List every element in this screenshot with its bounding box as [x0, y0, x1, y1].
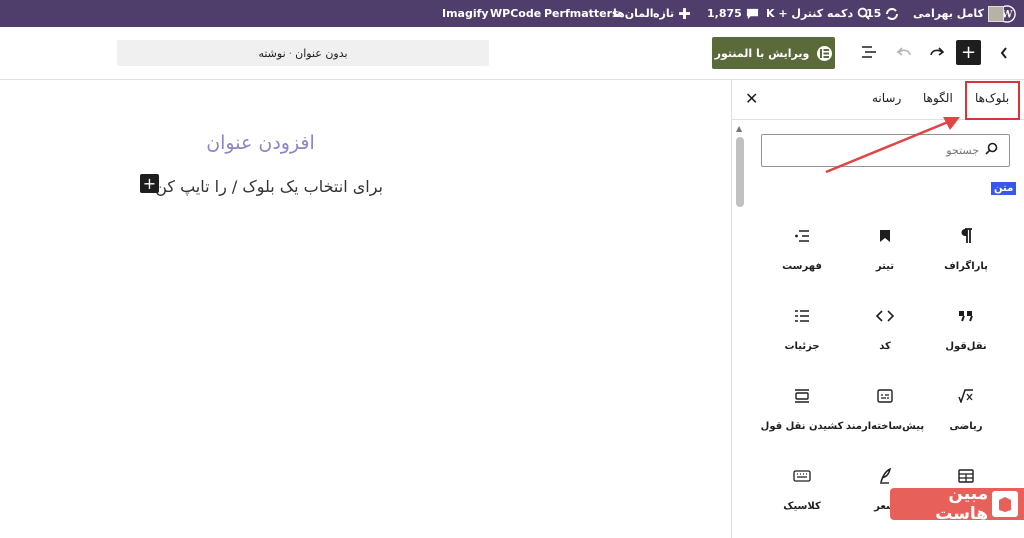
plus-icon: + — [960, 42, 977, 63]
document-type: نوشته — [258, 46, 286, 60]
admin-bar-perfmatters[interactable]: Perfmatters — [544, 0, 619, 27]
updates-icon — [885, 7, 899, 21]
scrollbar-thumb[interactable] — [736, 137, 744, 207]
redo-icon[interactable] — [926, 41, 948, 63]
admin-bar: W کامل بهرامی 15 دکمه کنترل + K 1,875 ✚ … — [0, 0, 1024, 27]
tab-patterns[interactable]: الگوها — [923, 91, 953, 105]
block-label: جزئیات — [784, 341, 820, 352]
block-label: کشیدن نقل قول — [760, 421, 844, 432]
elementor-icon — [817, 45, 833, 61]
editor-canvas: افزودن عنوان برای انتخاب یک بلوک / را تا… — [0, 80, 731, 538]
block-quote[interactable]: نقل‌قول — [926, 295, 1006, 365]
comment-icon — [746, 7, 759, 20]
math-icon — [958, 385, 974, 407]
block-pullquote[interactable]: کشیدن نقل قول — [760, 375, 844, 445]
quote-icon — [958, 305, 974, 327]
tab-media[interactable]: رسانه — [872, 91, 901, 105]
block-label: پاراگراف — [944, 261, 988, 272]
admin-bar-updates[interactable]: 15 — [866, 0, 899, 27]
admin-bar-new[interactable]: ✚ تازه — [653, 0, 691, 27]
pullquote-icon — [794, 385, 810, 407]
block-search-field[interactable] — [761, 134, 1010, 167]
block-inserter-panel: بلوک‌ها الگوها رسانه ✕ ▲ متن پاراگراف تی… — [731, 80, 1024, 538]
block-label: فهرست — [782, 261, 822, 272]
block-label: تیتر — [875, 261, 895, 272]
title-separator: · — [288, 46, 293, 60]
preformatted-icon — [877, 385, 893, 407]
search-icon — [985, 141, 999, 160]
user-name: کامل بهرامی — [913, 7, 984, 20]
imagify-label: Imagify — [442, 7, 489, 20]
block-details[interactable]: جزئیات — [762, 295, 842, 365]
elements-label: المان‌ها — [613, 7, 654, 20]
comments-count: 1,875 — [707, 7, 742, 20]
logo-text: مبین هاست — [935, 484, 989, 524]
admin-bar-elements[interactable]: المان‌ها — [613, 0, 654, 27]
block-label: نقل‌قول — [945, 341, 987, 352]
inserter-tabs: بلوک‌ها الگوها رسانه ✕ — [732, 80, 1024, 120]
block-label: ریاضی — [949, 421, 983, 432]
list-icon — [794, 225, 810, 247]
document-title: بدون عنوان — [295, 46, 348, 60]
search-input[interactable] — [772, 144, 979, 157]
classic-icon — [793, 465, 811, 487]
document-bar[interactable]: بدون عنوان · نوشته — [117, 40, 489, 66]
post-title-input[interactable]: افزودن عنوان — [0, 132, 521, 154]
new-label: تازه — [653, 7, 675, 20]
block-code[interactable]: کد — [845, 295, 925, 365]
plus-icon: ✚ — [678, 4, 691, 23]
block-list[interactable]: فهرست — [762, 215, 842, 285]
back-chevron-icon[interactable] — [996, 42, 1012, 64]
block-paragraph[interactable]: پاراگراف — [926, 215, 1006, 285]
block-preformatted[interactable]: پیش‌ساخته‌ارمند — [845, 375, 925, 445]
block-label: پیش‌ساخته‌ارمند — [845, 421, 925, 432]
block-heading[interactable]: تیتر — [845, 215, 925, 285]
elementor-button-label: ویرایش با المنتور — [714, 46, 810, 60]
mobinhost-logo: مبین هاست — [890, 484, 1024, 524]
admin-bar-user[interactable]: کامل بهرامی — [913, 0, 1004, 27]
admin-bar-imagify[interactable]: Imagify — [442, 0, 489, 27]
category-heading: متن — [991, 182, 1017, 195]
document-overview-icon[interactable] — [858, 41, 880, 63]
edit-with-elementor-button[interactable]: ویرایش با المنتور — [712, 37, 835, 69]
add-block-button[interactable]: + — [956, 40, 981, 65]
perfmatters-label: Perfmatters — [544, 7, 619, 20]
details-icon — [794, 305, 810, 327]
block-placeholder[interactable]: برای انتخاب یک بلوک / را تایپ کن — [140, 177, 383, 196]
admin-bar-command-palette[interactable]: دکمه کنترل + K — [766, 0, 870, 27]
scroll-up-arrow-icon[interactable]: ▲ — [736, 124, 742, 133]
close-icon[interactable]: ✕ — [745, 89, 758, 108]
block-math[interactable]: ریاضی — [926, 375, 1006, 445]
paragraph-icon — [959, 225, 973, 247]
admin-bar-wpcode[interactable]: WPCode — [490, 0, 541, 27]
undo-icon[interactable] — [893, 41, 915, 63]
heading-icon — [879, 225, 891, 247]
admin-bar-comments[interactable]: 1,875 — [707, 0, 759, 27]
active-tab-highlight — [965, 81, 1020, 120]
avatar — [987, 5, 1004, 22]
block-label: کد — [879, 341, 891, 352]
search-icon — [857, 7, 870, 20]
editor-header: + ویرایش با المنتور بدون عنوان · نوشته — [0, 27, 1024, 80]
wpcode-label: WPCode — [490, 7, 542, 20]
code-icon — [876, 305, 894, 327]
block-classic[interactable]: کلاسیک — [762, 455, 842, 525]
inline-inserter-button[interactable]: + — [140, 174, 159, 193]
plus-icon: + — [142, 174, 157, 193]
block-label: کلاسیک — [783, 501, 821, 512]
logo-mark-icon — [992, 491, 1018, 517]
command-palette-label: دکمه کنترل + K — [766, 7, 854, 20]
